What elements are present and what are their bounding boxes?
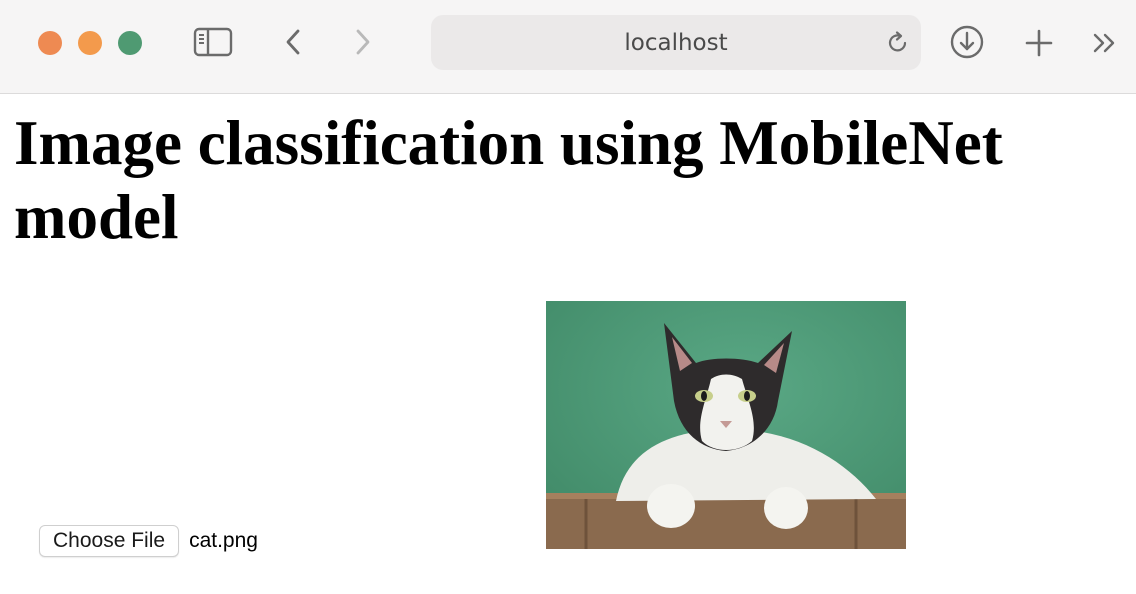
download-icon[interactable] bbox=[949, 24, 985, 60]
zoom-window-button[interactable] bbox=[118, 31, 142, 55]
back-chevron-icon[interactable] bbox=[280, 26, 306, 58]
choose-file-button[interactable]: Choose File bbox=[39, 525, 180, 557]
forward-chevron-icon[interactable] bbox=[350, 26, 376, 58]
plus-icon[interactable] bbox=[1024, 28, 1054, 58]
file-input[interactable]: Choose File cat.png bbox=[39, 524, 258, 558]
page-title: Image classification using MobileNet mod… bbox=[14, 108, 1003, 252]
close-window-button[interactable] bbox=[38, 31, 62, 55]
minimize-window-button[interactable] bbox=[78, 31, 102, 55]
double-chevron-icon[interactable] bbox=[1090, 30, 1120, 56]
reload-icon[interactable] bbox=[885, 30, 911, 56]
address-bar[interactable]: localhost bbox=[431, 15, 921, 70]
cat-image-preview bbox=[546, 301, 906, 549]
selected-file-name: cat.png bbox=[189, 529, 258, 552]
address-text: localhost bbox=[624, 30, 728, 56]
browser-toolbar: localhost bbox=[0, 0, 1136, 94]
sidebar-icon[interactable] bbox=[193, 26, 233, 58]
